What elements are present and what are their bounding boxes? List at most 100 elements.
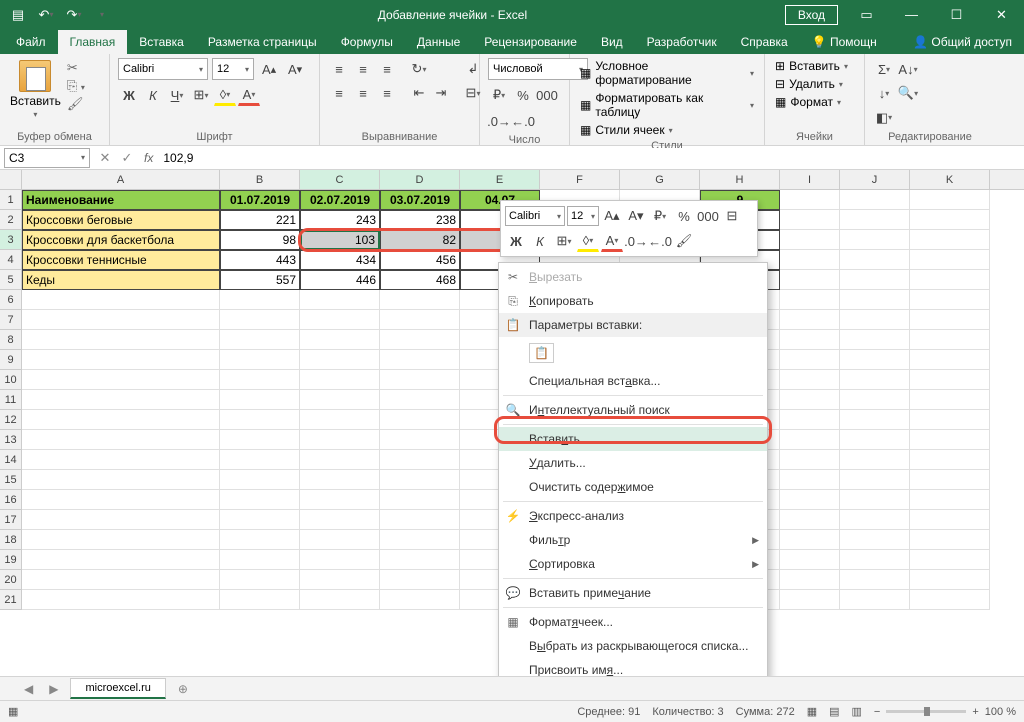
mini-size-select[interactable]: 12▾ bbox=[567, 206, 599, 226]
rowh-13[interactable]: 13 bbox=[0, 430, 22, 450]
cell-empty[interactable] bbox=[780, 490, 840, 510]
cell-empty[interactable] bbox=[220, 370, 300, 390]
cell-empty[interactable] bbox=[22, 450, 220, 470]
cell-empty[interactable] bbox=[910, 350, 990, 370]
cell-empty[interactable] bbox=[780, 310, 840, 330]
rowh-17[interactable]: 17 bbox=[0, 510, 22, 530]
cell-empty[interactable] bbox=[380, 570, 460, 590]
rowh-1[interactable]: 1 bbox=[0, 190, 22, 210]
sheet-nav-next-icon[interactable]: ▶ bbox=[45, 682, 62, 696]
ctx-paste-special[interactable]: Специальная вставка... bbox=[499, 369, 767, 393]
cell-d5[interactable]: 468 bbox=[380, 270, 460, 290]
find-select-icon[interactable]: 🔍▾ bbox=[897, 82, 919, 104]
cell-empty[interactable] bbox=[380, 550, 460, 570]
cell-empty[interactable] bbox=[780, 330, 840, 350]
cell-empty[interactable] bbox=[910, 530, 990, 550]
ctx-paste-clipboard[interactable]: 📋 bbox=[499, 337, 767, 369]
tab-pagelayout[interactable]: Разметка страницы bbox=[196, 30, 329, 54]
cell-empty[interactable] bbox=[380, 590, 460, 610]
cell-empty[interactable] bbox=[220, 310, 300, 330]
comma-icon[interactable]: 000 bbox=[536, 84, 558, 106]
rowh-11[interactable]: 11 bbox=[0, 390, 22, 410]
copy-icon[interactable]: ⎘ ▾ bbox=[67, 78, 85, 94]
autosum-icon[interactable]: Σ▾ bbox=[873, 58, 895, 80]
cell-empty[interactable] bbox=[780, 510, 840, 530]
cell-empty[interactable] bbox=[840, 510, 910, 530]
zoom-out-icon[interactable]: − bbox=[874, 706, 880, 718]
cell-d1[interactable]: 03.07.2019 bbox=[380, 190, 460, 210]
cell-b3[interactable]: 98 bbox=[220, 230, 300, 250]
decrease-font-icon[interactable]: A▾ bbox=[284, 58, 306, 80]
cell-empty[interactable] bbox=[910, 450, 990, 470]
cell-empty[interactable] bbox=[840, 290, 910, 310]
cell-empty[interactable] bbox=[380, 330, 460, 350]
cell-empty[interactable] bbox=[22, 390, 220, 410]
cell-empty[interactable] bbox=[910, 490, 990, 510]
underline-button[interactable]: Ч▾ bbox=[166, 84, 188, 106]
font-name-select[interactable]: Calibri▾ bbox=[118, 58, 208, 80]
align-left-icon[interactable]: ≡ bbox=[328, 82, 350, 104]
ctx-insert[interactable]: Вставить... bbox=[499, 427, 767, 451]
cell-empty[interactable] bbox=[220, 470, 300, 490]
cell-empty[interactable] bbox=[380, 350, 460, 370]
cell-empty[interactable] bbox=[910, 410, 990, 430]
rowh-7[interactable]: 7 bbox=[0, 310, 22, 330]
cell-empty[interactable] bbox=[780, 410, 840, 430]
align-center-icon[interactable]: ≡ bbox=[352, 82, 374, 104]
cell-empty[interactable] bbox=[910, 570, 990, 590]
cell-empty[interactable] bbox=[220, 530, 300, 550]
spreadsheet-grid[interactable]: A B C D E F G H I J K 1 Наименование 01.… bbox=[0, 170, 1024, 676]
cell-a2[interactable]: Кроссовки беговые bbox=[22, 210, 220, 230]
select-all-corner[interactable] bbox=[0, 170, 22, 189]
cell-empty[interactable] bbox=[840, 550, 910, 570]
cell-c4[interactable]: 434 bbox=[300, 250, 380, 270]
ribbon-options-icon[interactable]: ▭ bbox=[844, 0, 889, 29]
save-icon[interactable]: ▤ bbox=[6, 3, 30, 27]
formula-input[interactable] bbox=[159, 148, 1024, 168]
cell-empty[interactable] bbox=[780, 590, 840, 610]
cell-empty[interactable] bbox=[910, 290, 990, 310]
tab-formulas[interactable]: Формулы bbox=[329, 30, 405, 54]
cell-empty[interactable] bbox=[910, 590, 990, 610]
enter-formula-icon[interactable]: ✓ bbox=[116, 147, 138, 169]
cell-empty[interactable] bbox=[220, 430, 300, 450]
cell-empty[interactable] bbox=[300, 310, 380, 330]
ctx-insert-comment[interactable]: 💬Вставить примечание bbox=[499, 581, 767, 605]
mini-comma-icon[interactable]: 000 bbox=[697, 205, 719, 227]
mini-italic-button[interactable]: К bbox=[529, 230, 551, 252]
colh-e[interactable]: E bbox=[460, 170, 540, 189]
ctx-define-name[interactable]: Присвоить имя... bbox=[499, 658, 767, 676]
signin-button[interactable]: Вход bbox=[785, 5, 838, 25]
cell-empty[interactable] bbox=[780, 370, 840, 390]
rowh-4[interactable]: 4 bbox=[0, 250, 22, 270]
cell-empty[interactable] bbox=[840, 330, 910, 350]
rowh-14[interactable]: 14 bbox=[0, 450, 22, 470]
cell-empty[interactable] bbox=[22, 510, 220, 530]
sheet-tab[interactable]: microexcel.ru bbox=[70, 678, 165, 699]
cell-empty[interactable] bbox=[220, 590, 300, 610]
cell-empty[interactable] bbox=[840, 570, 910, 590]
cell-styles-button[interactable]: ▦ Стили ячеек▾ bbox=[578, 122, 756, 138]
cell-empty[interactable] bbox=[380, 290, 460, 310]
cell-c5[interactable]: 446 bbox=[300, 270, 380, 290]
border-button[interactable]: ⊞▾ bbox=[190, 84, 212, 106]
increase-decimal-icon[interactable]: .0→ bbox=[488, 110, 510, 132]
cell-empty[interactable] bbox=[220, 490, 300, 510]
cell-empty[interactable] bbox=[380, 370, 460, 390]
paste-button[interactable]: Вставить▾ bbox=[8, 58, 63, 129]
cell-empty[interactable] bbox=[910, 550, 990, 570]
cell-empty[interactable] bbox=[300, 490, 380, 510]
rowh-18[interactable]: 18 bbox=[0, 530, 22, 550]
cell-empty[interactable] bbox=[910, 310, 990, 330]
format-painter-icon[interactable]: 🖌 bbox=[67, 96, 85, 112]
fill-icon[interactable]: ↓▾ bbox=[873, 82, 895, 104]
cell-empty[interactable] bbox=[22, 430, 220, 450]
tab-data[interactable]: Данные bbox=[405, 30, 472, 54]
cell-d4[interactable]: 456 bbox=[380, 250, 460, 270]
ctx-filter[interactable]: Фильтр▶ bbox=[499, 528, 767, 552]
cell-empty[interactable] bbox=[910, 330, 990, 350]
rowh-15[interactable]: 15 bbox=[0, 470, 22, 490]
cell-empty[interactable] bbox=[300, 350, 380, 370]
conditional-formatting-button[interactable]: ▦ Условное форматирование▾ bbox=[578, 58, 756, 88]
mini-decimal-dec-icon[interactable]: ←.0 bbox=[649, 230, 671, 252]
